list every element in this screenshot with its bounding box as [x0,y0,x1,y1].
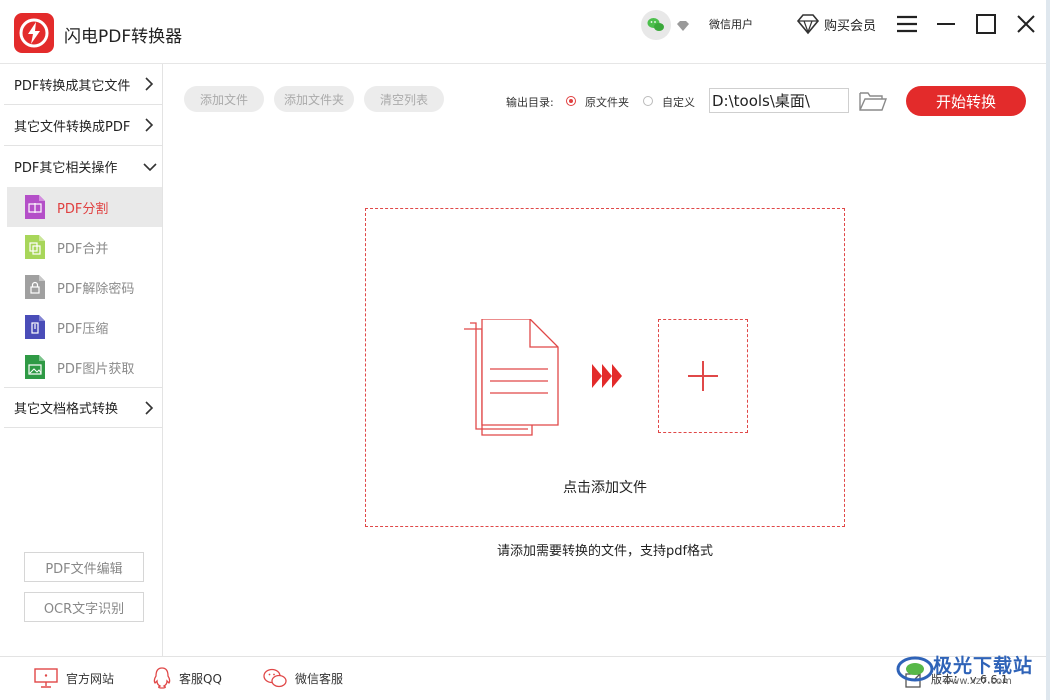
app-title: 闪电PDF转换器 [64,27,183,47]
sidebar-item-label: PDF解除密码 [57,281,135,297]
wechat-icon [263,668,287,688]
qq-icon [153,667,171,689]
watermark: 极光下载站 www.xz7.com [895,646,1045,696]
official-website-link[interactable]: 官方网站 [34,667,114,689]
pdf-merge-icon [25,235,45,259]
pdf-image-icon [25,355,45,379]
diamond-icon [796,14,820,35]
chevron-down-icon [143,163,157,172]
menu-icon[interactable] [894,11,920,37]
sidebar-item-label: PDF压缩 [57,321,109,337]
output-path-input[interactable] [709,88,849,113]
add-file-box[interactable] [658,319,748,433]
close-icon[interactable] [1013,11,1039,37]
start-convert-button[interactable]: 开始转换 [906,86,1026,116]
sidebar-item-label: PDF分割 [57,201,109,217]
sidebar-item-pdf-split[interactable]: PDF分割 [7,187,162,227]
sidebar-category-pdf-other-ops[interactable]: PDF其它相关操作 [4,146,162,187]
sidebar-category-pdf-to-other[interactable]: PDF转换成其它文件 [4,64,162,105]
support-qq-label: 客服QQ [179,671,222,686]
sidebar-item-label: PDF合并 [57,241,109,257]
radio-original-folder-label[interactable]: 原文件夹 [585,94,629,110]
sidebar: PDF转换成其它文件 其它文件转换成PDF PDF其它相关操作 PDF分割 PD… [4,64,163,656]
clear-list-button[interactable]: 清空列表 [364,86,444,112]
buy-vip-button[interactable]: 购买会员 [796,12,876,36]
buy-vip-label: 购买会员 [824,18,877,34]
file-drop-zone[interactable]: 点击添加文件 [365,208,845,527]
sidebar-category-other-doc-convert[interactable]: 其它文档格式转换 [4,387,162,428]
chevron-right-icon [145,77,154,91]
sidebar-item-pdf-unlock[interactable]: PDF解除密码 [4,267,162,307]
arrow-right-icon [592,364,622,388]
sidebar-category-label: PDF其它相关操作 [14,161,118,176]
wechat-avatar-icon[interactable] [641,10,671,40]
watermark-text: 极光下载站 [933,655,1034,677]
app-logo-icon [14,13,54,53]
pdf-edit-button[interactable]: PDF文件编辑 [24,552,144,582]
sidebar-category-other-to-pdf[interactable]: 其它文件转换成PDF [4,105,162,146]
watermark-logo-icon [896,656,934,682]
support-wechat-link[interactable]: 微信客服 [263,667,343,689]
sidebar-item-pdf-merge[interactable]: PDF合并 [4,227,162,267]
minimize-icon[interactable] [933,11,959,37]
output-dir-label: 输出目录: [506,96,554,109]
radio-custom-folder[interactable] [643,96,653,106]
pdf-split-icon [25,195,45,219]
chevron-right-icon [145,401,154,415]
pdf-unlock-icon [25,275,45,299]
support-qq-link[interactable]: 客服QQ [153,667,222,689]
monitor-icon [34,668,58,688]
plus-icon [688,361,718,391]
radio-original-folder[interactable] [566,96,576,106]
add-file-button[interactable]: 添加文件 [184,86,264,112]
desktop-edge [1046,0,1050,700]
sidebar-item-pdf-compress[interactable]: PDF压缩 [4,307,162,347]
sidebar-category-label: PDF转换成其它文件 [14,78,131,94]
drop-zone-label: 点击添加文件 [563,480,647,496]
sidebar-item-label: PDF图片获取 [57,361,135,377]
ocr-button[interactable]: OCR文字识别 [24,592,144,622]
maximize-icon[interactable] [973,11,999,37]
official-website-label: 官方网站 [66,671,115,686]
drop-zone-hint: 请添加需要转换的文件，支持pdf格式 [496,544,714,559]
title-bar: 闪电PDF转换器 微信用户 购买会员 [0,0,1050,64]
footer: 官方网站 客服QQ 微信客服 版本： v 6.6.1 [0,656,1050,700]
sidebar-category-label: 其它文件转换成PDF [14,119,131,135]
chevron-right-icon [145,118,154,132]
radio-custom-folder-label[interactable]: 自定义 [662,94,695,110]
pdf-compress-icon [25,315,45,339]
add-folder-button[interactable]: 添加文件夹 [274,86,354,112]
member-diamond-icon [676,17,690,36]
watermark-url: www.xz7.com [943,676,1012,687]
support-wechat-label: 微信客服 [295,671,344,686]
wechat-user-name[interactable]: 微信用户 [709,16,753,32]
sidebar-category-label: 其它文档格式转换 [14,402,119,417]
open-folder-icon[interactable] [858,90,888,116]
sidebar-item-pdf-image[interactable]: PDF图片获取 [4,347,162,387]
documents-icon [464,319,559,436]
